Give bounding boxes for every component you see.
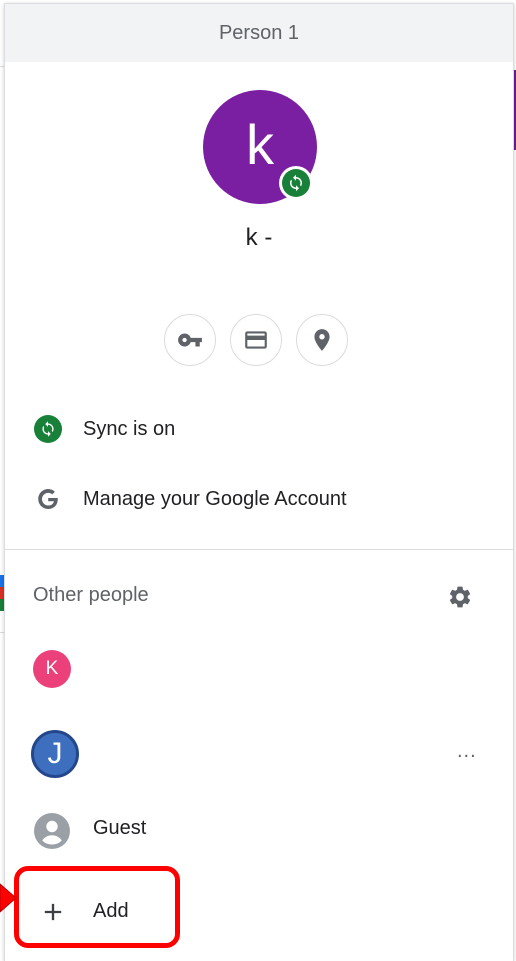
profile-avatar: k <box>203 90 317 204</box>
profile-menu-title: Person 1 <box>218 21 300 44</box>
person-row-k[interactable]: K <box>5 639 513 699</box>
passwords-button[interactable] <box>164 314 216 366</box>
guest-person-icon <box>34 813 70 849</box>
annotation-arrow-icon <box>0 883 17 913</box>
guest-label: Guest <box>93 817 147 839</box>
person-avatar: J <box>31 730 79 778</box>
section-divider <box>5 549 513 550</box>
profile-menu-panel: Person 1 k k - Sync is on Manage your Go… <box>4 3 514 961</box>
more-options-icon[interactable]: ... <box>457 740 477 763</box>
manage-google-account-row[interactable]: Manage your Google Account <box>5 469 513 529</box>
guest-row[interactable]: Guest <box>5 801 513 861</box>
location-pin-icon <box>314 329 330 351</box>
profile-name: k - <box>245 224 273 251</box>
google-g-icon <box>33 484 63 514</box>
quick-actions <box>164 314 348 366</box>
credit-card-icon <box>245 331 267 349</box>
payment-methods-button[interactable] <box>230 314 282 366</box>
other-people-title: Other people <box>33 584 149 606</box>
manage-google-account-label: Manage your Google Account <box>83 487 347 510</box>
person-row-j[interactable]: J ... <box>5 726 513 786</box>
highlight-annotation-box <box>14 866 180 948</box>
profile-menu-header: Person 1 <box>5 4 513 62</box>
key-icon <box>178 333 202 347</box>
sync-icon <box>33 414 63 444</box>
sync-status-row[interactable]: Sync is on <box>5 399 513 459</box>
person-avatar: K <box>33 650 71 688</box>
sync-badge-icon <box>279 166 313 200</box>
sync-status-label: Sync is on <box>83 417 176 440</box>
addresses-button[interactable] <box>296 314 348 366</box>
manage-people-gear-icon[interactable] <box>445 582 475 612</box>
